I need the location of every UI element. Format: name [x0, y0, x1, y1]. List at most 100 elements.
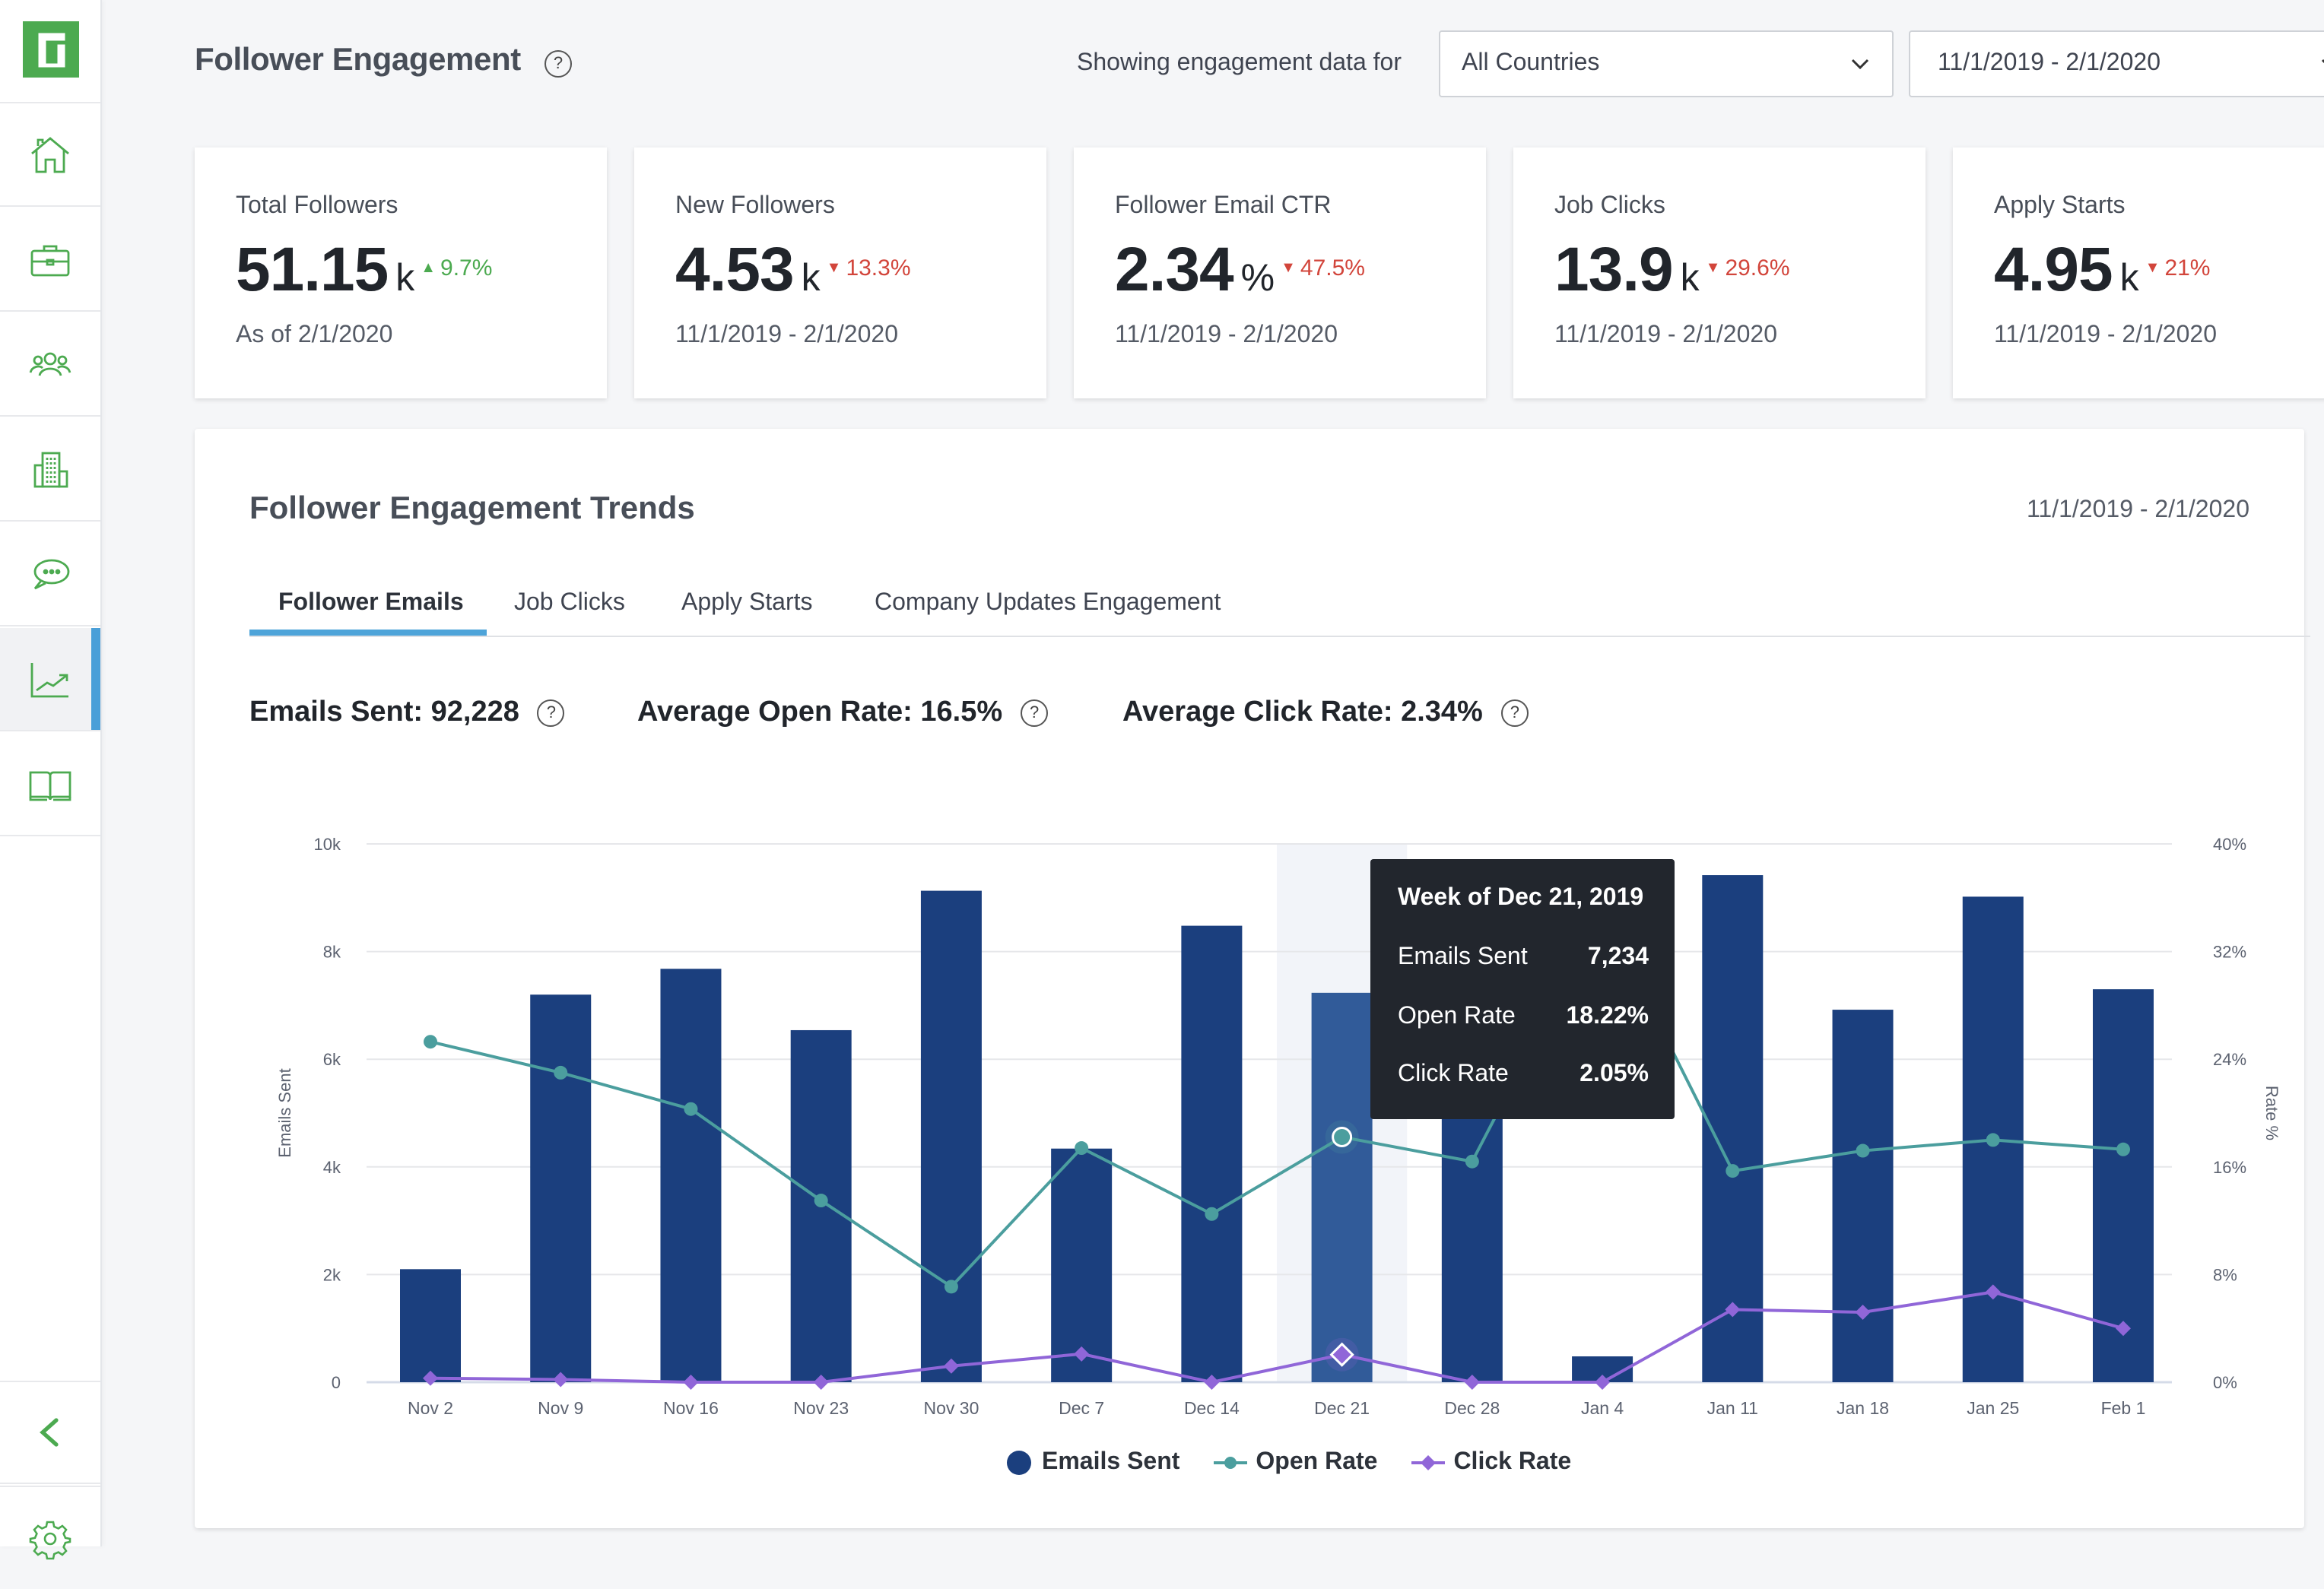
page-title: Follower Engagement [195, 43, 521, 78]
open-rate-point [1075, 1141, 1089, 1156]
kpi-card-apply-starts: Apply Starts 4.95 k ▼ 21% 11/1/2019 - 2/1/202… [1953, 147, 2324, 398]
kpi-value: 4.53 [675, 234, 795, 304]
kpi-card-job-clicks: Job Clicks 13.9 k ▼ 29.6% 11/1/2019 - 2/1/202… [1513, 147, 1926, 398]
triangle-down-icon: ▼ [826, 260, 842, 277]
open-rate-point [1465, 1154, 1479, 1169]
legend-item-click-rate[interactable]: Click Rate [1411, 1449, 1571, 1476]
sidebar-item-resources[interactable] [0, 733, 100, 836]
sidebar-item-jobs[interactable] [0, 208, 100, 312]
y2-tick-label: 24% [2213, 1050, 2246, 1069]
tooltip-label: Open Rate [1398, 1004, 1516, 1029]
tooltip-title: Week of Dec 21, 2019 [1398, 885, 1644, 911]
chevron-down-icon [1851, 59, 1869, 70]
y2-axis-title: Rate % [2262, 1086, 2281, 1140]
chart-legend: Emails Sent Open Rate Click Rate [1005, 1449, 1605, 1476]
tooltip-label: Emails Sent [1398, 944, 1528, 970]
date-range-select-value: 11/1/2019 - 2/1/2020 [1938, 50, 2160, 76]
sidebar-logo[interactable] [0, 0, 100, 103]
sidebar-item-followers[interactable] [0, 313, 100, 417]
sidebar-item-home[interactable] [0, 103, 100, 207]
sidebar [0, 0, 102, 1559]
tooltip-row-open-rate: Open Rate 18.22% [1398, 1004, 1649, 1031]
x-tick-label: Nov 30 [923, 1398, 979, 1418]
chat-bubble-icon [33, 558, 70, 589]
chevron-left-icon [40, 1418, 59, 1447]
sidebar-settings-button[interactable] [0, 1486, 100, 1589]
legend-label: Emails Sent [1042, 1449, 1180, 1475]
country-select-value: All Countries [1462, 50, 1600, 76]
open-rate-point [554, 1065, 568, 1080]
tooltip-value: 18.22% [1566, 1004, 1649, 1029]
glassdoor-logo-icon [23, 21, 79, 78]
open-rate-point [1205, 1207, 1219, 1221]
kpi-label: Job Clicks [1554, 193, 1665, 219]
kpi-unit: % [1240, 257, 1275, 300]
y-tick-label: 2k [323, 1265, 341, 1284]
kpi-value: 2.34 [1115, 234, 1234, 304]
bar-emails-sent [1311, 992, 1373, 1382]
kpi-label: Total Followers [236, 193, 398, 219]
open-rate-point [1726, 1164, 1740, 1178]
triangle-down-icon: ▼ [1705, 260, 1721, 277]
chart-tooltip: Week of Dec 21, 2019 Emails Sent 7,234 O… [1370, 859, 1675, 1119]
tooltip-label: Click Rate [1398, 1061, 1509, 1087]
kpi-card-follower-email-ctr: Follower Email CTR 2.34% ▼ 47.5% 11/1/2019 -… [1074, 147, 1486, 398]
x-tick-label: Jan 11 [1707, 1398, 1758, 1418]
app-root: Follower Engagement ? Showing engagement… [0, 0, 2324, 1559]
open-rate-point [1856, 1143, 1870, 1158]
trend-chart-icon [30, 662, 68, 697]
y-tick-label: 10k [314, 835, 341, 854]
open-rate-point [1332, 1127, 1353, 1148]
sidebar-item-company[interactable] [0, 418, 100, 522]
kpi-unit: k [395, 257, 415, 300]
open-rate-point [684, 1102, 698, 1116]
kpi-value: 13.9 [1554, 234, 1674, 304]
kpi-value: 51.15 [236, 234, 389, 304]
y-axis-title: Emails Sent [275, 1068, 294, 1157]
tooltip-value: 7,234 [1587, 944, 1649, 970]
kpi-unit: k [1680, 257, 1700, 300]
open-rate-point [944, 1280, 958, 1294]
bar-emails-sent [920, 890, 982, 1382]
open-rate-point [1986, 1133, 2000, 1147]
kpi-delta: ▼ 21% [2145, 255, 2211, 281]
x-tick-label: Nov 2 [408, 1398, 453, 1418]
x-tick-label: Jan 4 [1581, 1398, 1624, 1418]
kpi-label: New Followers [675, 193, 835, 219]
legend-label: Open Rate [1256, 1449, 1378, 1475]
x-tick-label: Dec 28 [1444, 1398, 1500, 1418]
kpi-subtitle: 11/1/2019 - 2/1/2020 [1994, 322, 2217, 348]
y2-tick-label: 16% [2213, 1158, 2246, 1177]
book-icon [29, 770, 71, 801]
kpi-label: Follower Email CTR [1115, 193, 1332, 219]
kpi-subtitle: As of 2/1/2020 [236, 322, 393, 348]
bar-emails-sent [1181, 925, 1243, 1382]
chevron-down-icon [2321, 59, 2324, 64]
legend-item-open-rate[interactable]: Open Rate [1213, 1449, 1377, 1476]
triangle-down-icon: ▼ [2145, 260, 2160, 277]
kpi-card-new-followers: New Followers 4.53 k ▼ 13.3% 11/1/2019 - 2/1/… [634, 147, 1046, 398]
country-select[interactable]: All Countries [1439, 30, 1894, 97]
y-tick-label: 4k [323, 1158, 341, 1177]
sidebar-collapse-button[interactable] [0, 1381, 100, 1484]
legend-label: Click Rate [1453, 1449, 1572, 1475]
kpi-delta: ▼ 47.5% [1281, 255, 1365, 281]
sidebar-item-analytics[interactable] [0, 628, 100, 731]
legend-line-diamond-icon [1411, 1455, 1445, 1470]
kpi-delta-value: 47.5% [1300, 255, 1365, 281]
legend-item-emails-sent[interactable]: Emails Sent [1005, 1449, 1179, 1476]
x-tick-label: Dec 14 [1184, 1398, 1240, 1418]
open-rate-point [814, 1194, 828, 1208]
home-icon [31, 136, 69, 173]
filter-label: Showing engagement data for [1077, 50, 1402, 76]
sidebar-item-reviews[interactable] [0, 523, 100, 626]
triangle-up-icon: ▲ [421, 260, 437, 277]
help-icon[interactable]: ? [544, 50, 572, 78]
date-range-select[interactable]: 11/1/2019 - 2/1/2020 [1909, 30, 2324, 97]
kpi-delta: ▲ 9.7% [421, 255, 492, 281]
engagement-chart: 0 0% 2k 8% 4k 16% 6k 24% 8k 32% 10k 40% Emails Sent R… [275, 835, 2281, 1418]
kpi-label: Apply Starts [1994, 193, 2126, 219]
y2-tick-label: 0% [2213, 1373, 2237, 1392]
y2-tick-label: 8% [2213, 1265, 2237, 1284]
kpi-unit: k [801, 257, 821, 300]
